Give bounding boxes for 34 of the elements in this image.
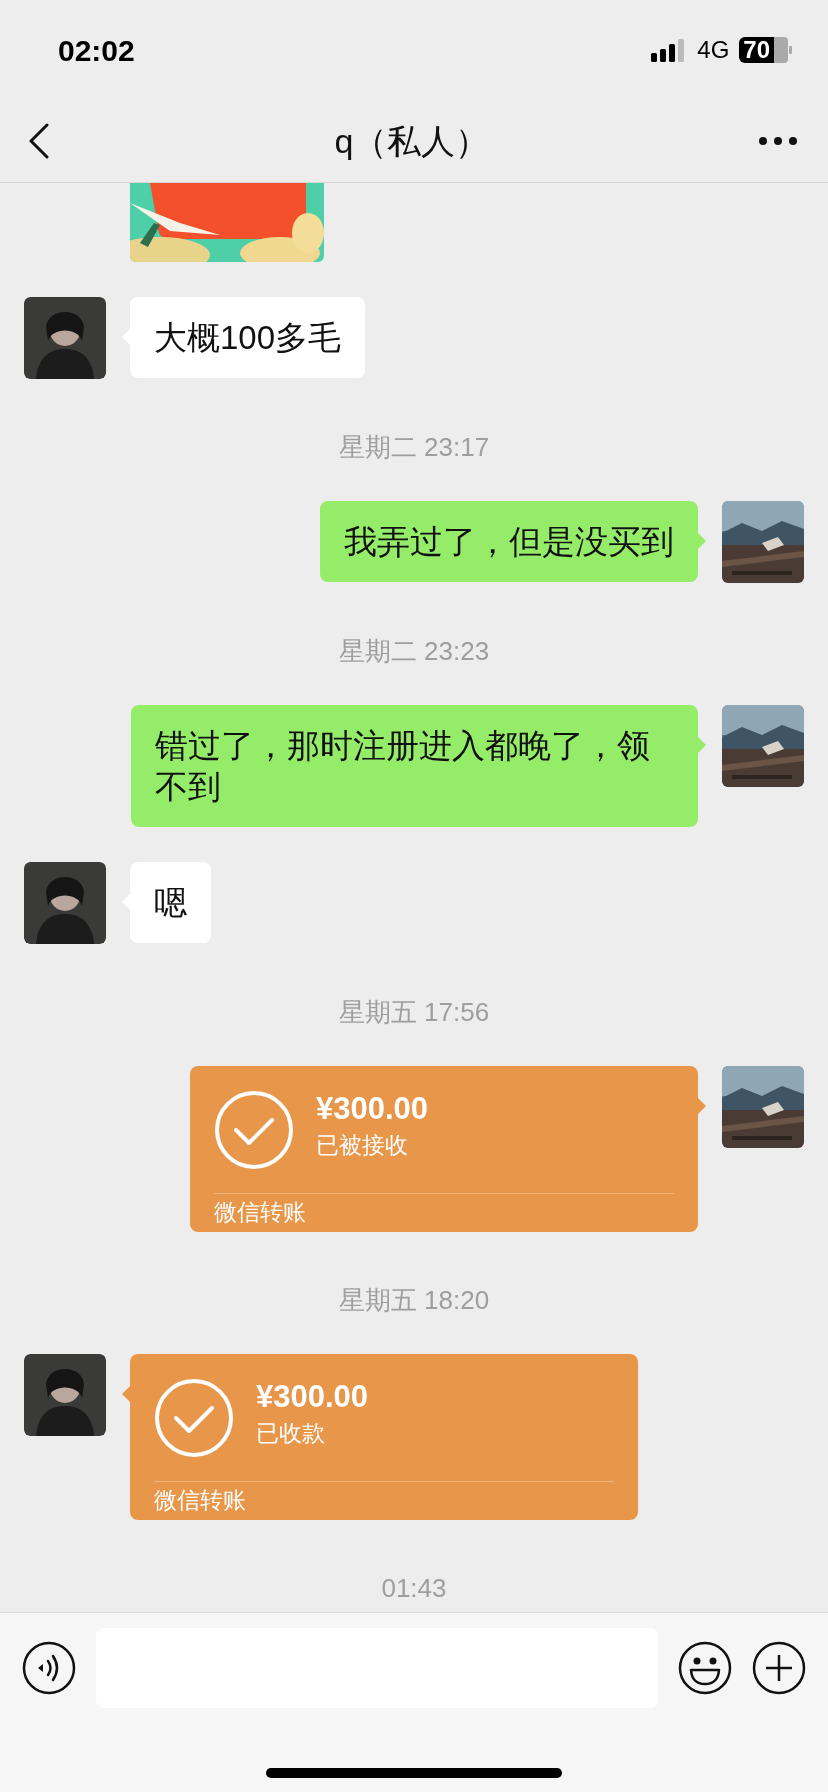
network-type: 4G [697, 35, 730, 65]
battery-icon [774, 37, 792, 63]
transfer-label: 微信转账 [214, 1198, 307, 1227]
message-bubble[interactable]: 嗯 [130, 862, 211, 943]
transfer-amount: ¥300.00 [316, 1090, 429, 1128]
back-icon [28, 123, 50, 159]
check-circle-icon [214, 1090, 294, 1170]
avatar[interactable] [24, 297, 106, 379]
voice-icon[interactable] [22, 1641, 76, 1695]
transfer-label: 微信转账 [154, 1486, 247, 1515]
message-bubble[interactable]: 我弄过了，但是没买到 [320, 501, 698, 582]
avatar[interactable] [24, 1354, 106, 1436]
message-bubble[interactable]: 大概100多毛 [130, 297, 366, 378]
transfer-status: 已被接收 [316, 1131, 409, 1160]
plus-icon[interactable] [752, 1641, 806, 1695]
bubble-tail [698, 533, 706, 549]
transfer-amount: ¥300.00 [256, 1378, 369, 1416]
timestamp: 01:43 [381, 1573, 447, 1603]
status-time: 02:02 [58, 32, 135, 69]
avatar[interactable] [24, 862, 106, 944]
timestamp: 星期五 18:20 [338, 1285, 490, 1315]
transfer-status: 已收款 [256, 1419, 326, 1448]
check-circle-icon [154, 1378, 234, 1458]
more-icon [758, 136, 798, 146]
chat-title: q（私人） [334, 120, 490, 162]
timestamp: 星期二 23:23 [338, 636, 490, 666]
emoji-icon[interactable] [678, 1641, 732, 1695]
timestamp: 星期五 17:56 [338, 997, 490, 1027]
bubble-tail [122, 1386, 130, 1402]
message-bubble[interactable]: 错过了，那时注册进入都晚了，领不到 [131, 705, 698, 827]
timestamp: 星期二 23:17 [338, 432, 490, 462]
battery-percentage: 70 [739, 37, 774, 63]
bubble-tail [698, 737, 706, 753]
bubble-tail [698, 1098, 706, 1114]
